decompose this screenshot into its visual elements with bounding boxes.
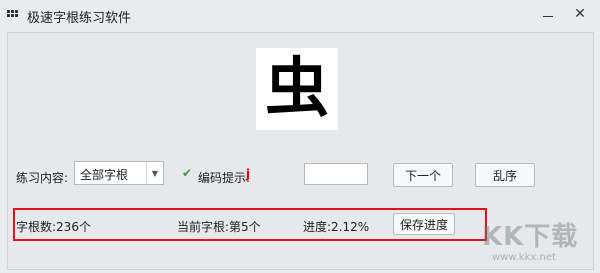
grid-icon [7, 10, 19, 20]
minimize-button[interactable] [537, 4, 559, 24]
practice-content-select[interactable]: 全部字根 ▼ [74, 161, 164, 185]
minimize-icon [543, 15, 553, 17]
glyph-display: 虫 [256, 48, 338, 130]
window-title: 极速字根练习软件 [27, 11, 132, 26]
watermark-text: KK下载 [482, 222, 579, 252]
title-bar: 极速字根练习软件 ✕ [0, 0, 600, 30]
close-button[interactable]: ✕ [569, 4, 591, 24]
current-radical-text: 当前字根:第5个 [177, 220, 261, 234]
chevron-down-icon[interactable]: ▼ [146, 162, 163, 184]
code-input[interactable] [304, 163, 368, 185]
hint-value: j [246, 167, 251, 181]
practice-content-value: 全部字根 [80, 168, 129, 182]
radical-count-text: 字根数:236个 [16, 220, 91, 234]
close-icon: ✕ [574, 6, 586, 22]
glyph-character: 虫 [265, 51, 329, 126]
next-button[interactable]: 下一个 [393, 163, 453, 187]
check-icon: ✔ [182, 166, 193, 180]
watermark-url: www.kkx.net [492, 252, 556, 263]
progress-text: 进度:2.12% [303, 220, 370, 234]
hint-label: 编码提示: [198, 171, 251, 185]
practice-content-label: 练习内容: [16, 171, 69, 185]
watermark-logo: KK下载 www.kkx.net [474, 214, 594, 268]
save-progress-button[interactable]: 保存进度 [393, 213, 455, 235]
shuffle-button[interactable]: 乱序 [475, 163, 535, 187]
hint-checkbox[interactable]: ✔ [182, 167, 194, 179]
